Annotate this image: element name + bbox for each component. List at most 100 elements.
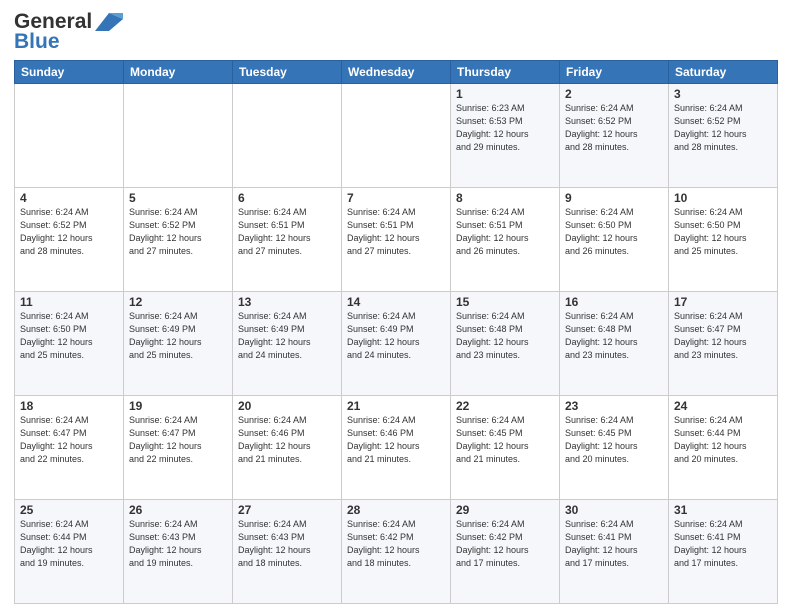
- day-info: Sunrise: 6:24 AM Sunset: 6:52 PM Dayligh…: [129, 206, 227, 258]
- col-sunday: Sunday: [15, 61, 124, 84]
- day-info: Sunrise: 6:24 AM Sunset: 6:50 PM Dayligh…: [565, 206, 663, 258]
- day-info: Sunrise: 6:24 AM Sunset: 6:46 PM Dayligh…: [238, 414, 336, 466]
- calendar-cell: 23Sunrise: 6:24 AM Sunset: 6:45 PM Dayli…: [560, 396, 669, 500]
- calendar-cell: 15Sunrise: 6:24 AM Sunset: 6:48 PM Dayli…: [451, 292, 560, 396]
- calendar-cell: 12Sunrise: 6:24 AM Sunset: 6:49 PM Dayli…: [124, 292, 233, 396]
- day-number: 8: [456, 191, 554, 205]
- col-friday: Friday: [560, 61, 669, 84]
- day-number: 21: [347, 399, 445, 413]
- calendar-week-3: 11Sunrise: 6:24 AM Sunset: 6:50 PM Dayli…: [15, 292, 778, 396]
- day-number: 6: [238, 191, 336, 205]
- calendar-week-4: 18Sunrise: 6:24 AM Sunset: 6:47 PM Dayli…: [15, 396, 778, 500]
- calendar-cell: 5Sunrise: 6:24 AM Sunset: 6:52 PM Daylig…: [124, 188, 233, 292]
- day-number: 20: [238, 399, 336, 413]
- calendar-cell: 10Sunrise: 6:24 AM Sunset: 6:50 PM Dayli…: [669, 188, 778, 292]
- day-info: Sunrise: 6:24 AM Sunset: 6:46 PM Dayligh…: [347, 414, 445, 466]
- col-thursday: Thursday: [451, 61, 560, 84]
- day-info: Sunrise: 6:24 AM Sunset: 6:51 PM Dayligh…: [238, 206, 336, 258]
- calendar-cell: 11Sunrise: 6:24 AM Sunset: 6:50 PM Dayli…: [15, 292, 124, 396]
- day-number: 13: [238, 295, 336, 309]
- day-info: Sunrise: 6:24 AM Sunset: 6:48 PM Dayligh…: [565, 310, 663, 362]
- calendar-cell: 30Sunrise: 6:24 AM Sunset: 6:41 PM Dayli…: [560, 500, 669, 604]
- calendar-cell: 29Sunrise: 6:24 AM Sunset: 6:42 PM Dayli…: [451, 500, 560, 604]
- logo: General Blue: [14, 10, 123, 54]
- day-number: 1: [456, 87, 554, 101]
- calendar-cell: 26Sunrise: 6:24 AM Sunset: 6:43 PM Dayli…: [124, 500, 233, 604]
- calendar-cell: 21Sunrise: 6:24 AM Sunset: 6:46 PM Dayli…: [342, 396, 451, 500]
- day-info: Sunrise: 6:24 AM Sunset: 6:51 PM Dayligh…: [347, 206, 445, 258]
- day-number: 11: [20, 295, 118, 309]
- day-number: 26: [129, 503, 227, 517]
- calendar-cell: [15, 84, 124, 188]
- col-tuesday: Tuesday: [233, 61, 342, 84]
- day-info: Sunrise: 6:24 AM Sunset: 6:52 PM Dayligh…: [20, 206, 118, 258]
- day-info: Sunrise: 6:24 AM Sunset: 6:43 PM Dayligh…: [129, 518, 227, 570]
- calendar-cell: 14Sunrise: 6:24 AM Sunset: 6:49 PM Dayli…: [342, 292, 451, 396]
- logo-blue: Blue: [14, 30, 60, 54]
- calendar-cell: 16Sunrise: 6:24 AM Sunset: 6:48 PM Dayli…: [560, 292, 669, 396]
- calendar-cell: [233, 84, 342, 188]
- day-number: 22: [456, 399, 554, 413]
- day-number: 3: [674, 87, 772, 101]
- day-info: Sunrise: 6:24 AM Sunset: 6:52 PM Dayligh…: [674, 102, 772, 154]
- day-info: Sunrise: 6:24 AM Sunset: 6:41 PM Dayligh…: [565, 518, 663, 570]
- calendar-table: Sunday Monday Tuesday Wednesday Thursday…: [14, 60, 778, 604]
- calendar-cell: 2Sunrise: 6:24 AM Sunset: 6:52 PM Daylig…: [560, 84, 669, 188]
- calendar-cell: [124, 84, 233, 188]
- day-info: Sunrise: 6:24 AM Sunset: 6:50 PM Dayligh…: [674, 206, 772, 258]
- day-number: 7: [347, 191, 445, 205]
- header: General Blue: [14, 10, 778, 54]
- calendar-cell: 27Sunrise: 6:24 AM Sunset: 6:43 PM Dayli…: [233, 500, 342, 604]
- calendar-cell: 31Sunrise: 6:24 AM Sunset: 6:41 PM Dayli…: [669, 500, 778, 604]
- day-number: 10: [674, 191, 772, 205]
- calendar-cell: 1Sunrise: 6:23 AM Sunset: 6:53 PM Daylig…: [451, 84, 560, 188]
- day-info: Sunrise: 6:24 AM Sunset: 6:42 PM Dayligh…: [347, 518, 445, 570]
- day-info: Sunrise: 6:24 AM Sunset: 6:48 PM Dayligh…: [456, 310, 554, 362]
- day-number: 5: [129, 191, 227, 205]
- col-wednesday: Wednesday: [342, 61, 451, 84]
- day-info: Sunrise: 6:24 AM Sunset: 6:47 PM Dayligh…: [674, 310, 772, 362]
- day-info: Sunrise: 6:24 AM Sunset: 6:51 PM Dayligh…: [456, 206, 554, 258]
- calendar-cell: 22Sunrise: 6:24 AM Sunset: 6:45 PM Dayli…: [451, 396, 560, 500]
- calendar-week-2: 4Sunrise: 6:24 AM Sunset: 6:52 PM Daylig…: [15, 188, 778, 292]
- calendar-cell: 19Sunrise: 6:24 AM Sunset: 6:47 PM Dayli…: [124, 396, 233, 500]
- calendar-cell: 20Sunrise: 6:24 AM Sunset: 6:46 PM Dayli…: [233, 396, 342, 500]
- day-info: Sunrise: 6:24 AM Sunset: 6:41 PM Dayligh…: [674, 518, 772, 570]
- calendar-cell: 28Sunrise: 6:24 AM Sunset: 6:42 PM Dayli…: [342, 500, 451, 604]
- day-info: Sunrise: 6:24 AM Sunset: 6:42 PM Dayligh…: [456, 518, 554, 570]
- day-info: Sunrise: 6:24 AM Sunset: 6:47 PM Dayligh…: [129, 414, 227, 466]
- main-container: General Blue Sunday Monday Tuesday Wedne…: [0, 0, 792, 612]
- day-number: 12: [129, 295, 227, 309]
- day-number: 9: [565, 191, 663, 205]
- calendar-cell: [342, 84, 451, 188]
- day-info: Sunrise: 6:24 AM Sunset: 6:44 PM Dayligh…: [674, 414, 772, 466]
- day-number: 14: [347, 295, 445, 309]
- day-number: 4: [20, 191, 118, 205]
- day-number: 24: [674, 399, 772, 413]
- day-number: 23: [565, 399, 663, 413]
- day-number: 30: [565, 503, 663, 517]
- calendar-cell: 8Sunrise: 6:24 AM Sunset: 6:51 PM Daylig…: [451, 188, 560, 292]
- day-info: Sunrise: 6:24 AM Sunset: 6:43 PM Dayligh…: [238, 518, 336, 570]
- day-info: Sunrise: 6:23 AM Sunset: 6:53 PM Dayligh…: [456, 102, 554, 154]
- logo-icon: [95, 13, 123, 31]
- day-info: Sunrise: 6:24 AM Sunset: 6:52 PM Dayligh…: [565, 102, 663, 154]
- calendar-cell: 7Sunrise: 6:24 AM Sunset: 6:51 PM Daylig…: [342, 188, 451, 292]
- col-monday: Monday: [124, 61, 233, 84]
- day-info: Sunrise: 6:24 AM Sunset: 6:45 PM Dayligh…: [456, 414, 554, 466]
- calendar-cell: 6Sunrise: 6:24 AM Sunset: 6:51 PM Daylig…: [233, 188, 342, 292]
- day-number: 2: [565, 87, 663, 101]
- day-number: 25: [20, 503, 118, 517]
- calendar-cell: 25Sunrise: 6:24 AM Sunset: 6:44 PM Dayli…: [15, 500, 124, 604]
- day-number: 27: [238, 503, 336, 517]
- day-info: Sunrise: 6:24 AM Sunset: 6:49 PM Dayligh…: [347, 310, 445, 362]
- day-number: 16: [565, 295, 663, 309]
- day-number: 17: [674, 295, 772, 309]
- day-info: Sunrise: 6:24 AM Sunset: 6:44 PM Dayligh…: [20, 518, 118, 570]
- day-number: 28: [347, 503, 445, 517]
- col-saturday: Saturday: [669, 61, 778, 84]
- calendar-cell: 9Sunrise: 6:24 AM Sunset: 6:50 PM Daylig…: [560, 188, 669, 292]
- day-info: Sunrise: 6:24 AM Sunset: 6:47 PM Dayligh…: [20, 414, 118, 466]
- calendar-cell: 13Sunrise: 6:24 AM Sunset: 6:49 PM Dayli…: [233, 292, 342, 396]
- day-info: Sunrise: 6:24 AM Sunset: 6:50 PM Dayligh…: [20, 310, 118, 362]
